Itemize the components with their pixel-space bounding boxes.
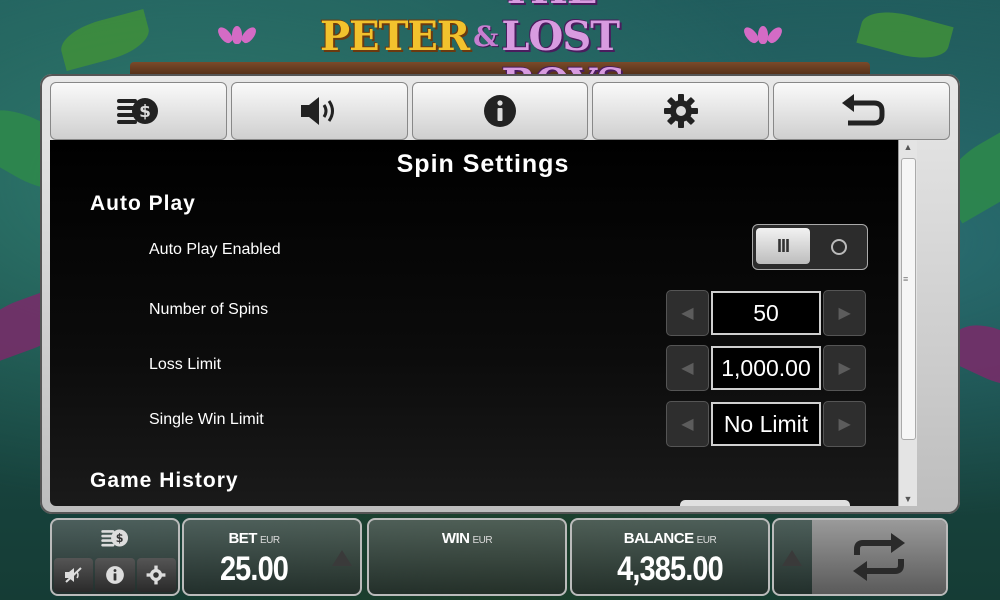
game-history-button-partial[interactable] bbox=[680, 500, 850, 506]
bet-increase-button[interactable] bbox=[324, 523, 360, 593]
bet-label: BET EUR bbox=[228, 530, 280, 547]
win-label: WIN EUR bbox=[441, 530, 493, 547]
autoplay-increase-button[interactable] bbox=[774, 523, 810, 593]
tab-info[interactable] bbox=[411, 82, 589, 140]
svg-text:$: $ bbox=[116, 532, 124, 545]
lotus-flower-icon bbox=[215, 24, 259, 46]
loss-limit-value: 1,000.00 bbox=[710, 346, 822, 390]
logo-text-amp: & bbox=[473, 19, 498, 53]
section-heading-game-history: Game History bbox=[90, 469, 239, 492]
logo-text-peter: PETER bbox=[320, 12, 470, 60]
svg-text:$: $ bbox=[139, 102, 151, 122]
lotus-flower-icon bbox=[741, 24, 785, 46]
scroll-grip-icon: ≡ bbox=[903, 274, 909, 284]
tab-paytable[interactable]: $ bbox=[50, 82, 227, 140]
return-arrow-icon bbox=[841, 94, 885, 126]
spin-controls bbox=[772, 518, 948, 596]
menu-button-group: $ bbox=[50, 518, 180, 596]
balance-meter: BALANCE EUR 4,385.00 bbox=[570, 518, 770, 596]
section-heading-auto-play: Auto Play bbox=[90, 192, 196, 215]
loss-limit-stepper: ◀ 1,000.00 ▶ bbox=[666, 345, 866, 391]
auto-play-enabled-label: Auto Play Enabled bbox=[149, 241, 281, 258]
win-limit-increase-button[interactable]: ▶ bbox=[823, 401, 866, 447]
jungle-leaf bbox=[856, 4, 954, 66]
spin-arrows-icon bbox=[853, 533, 905, 581]
toggle-on-knob: III bbox=[756, 228, 810, 264]
scroll-up-arrow-icon[interactable]: ▲ bbox=[899, 140, 917, 154]
info-icon bbox=[106, 566, 124, 584]
game-logo: PETER & THE LOST BOYS bbox=[320, 0, 680, 107]
bet-meter: BET EUR 25.00 bbox=[182, 518, 362, 596]
coins-stack-icon: $ bbox=[117, 98, 159, 124]
number-of-spins-stepper: ◀ 50 ▶ bbox=[666, 290, 866, 336]
tab-back[interactable] bbox=[773, 82, 950, 140]
gear-icon bbox=[146, 565, 166, 585]
loss-limit-decrease-button[interactable]: ◀ bbox=[666, 345, 709, 391]
win-limit-decrease-button[interactable]: ◀ bbox=[666, 401, 709, 447]
single-win-limit-stepper: ◀ No Limit ▶ bbox=[666, 401, 866, 447]
settings-button[interactable] bbox=[136, 558, 176, 592]
triangle-up-icon bbox=[782, 550, 802, 566]
settings-tabs: $ bbox=[50, 82, 950, 140]
gear-icon bbox=[663, 94, 698, 128]
speaker-muted-icon bbox=[64, 567, 82, 583]
spins-value: 50 bbox=[710, 291, 822, 335]
speaker-icon bbox=[301, 97, 335, 125]
scroll-down-arrow-icon[interactable]: ▼ bbox=[899, 492, 917, 506]
triangle-up-icon bbox=[332, 550, 352, 566]
loss-limit-increase-button[interactable]: ▶ bbox=[823, 345, 866, 391]
spins-increase-button[interactable]: ▶ bbox=[823, 290, 866, 336]
balance-label: BALANCE EUR bbox=[623, 530, 717, 547]
loss-limit-label: Loss Limit bbox=[149, 356, 222, 373]
mute-button[interactable] bbox=[54, 558, 94, 592]
win-meter: WIN EUR bbox=[367, 518, 567, 596]
single-win-limit-label: Single Win Limit bbox=[149, 411, 264, 428]
toggle-off-indicator bbox=[831, 239, 847, 255]
bottom-bar: $ BET EUR 25.00 WIN EUR BALANCE EUR 4,38… bbox=[0, 515, 1000, 600]
auto-play-toggle[interactable]: III bbox=[752, 224, 868, 270]
scroll-thumb[interactable] bbox=[901, 158, 916, 440]
spin-button[interactable] bbox=[812, 520, 946, 594]
coins-stack-icon: $ bbox=[101, 529, 129, 547]
balance-value: 4,385.00 bbox=[617, 550, 724, 588]
info-button[interactable] bbox=[95, 558, 135, 592]
settings-content: Spin Settings Auto Play Auto Play Enable… bbox=[50, 140, 916, 506]
settings-scrollbar[interactable]: ▲ ≡ ▼ bbox=[898, 140, 917, 506]
paytable-button[interactable]: $ bbox=[52, 520, 178, 556]
bet-value: 25.00 bbox=[219, 550, 289, 588]
tab-sound[interactable] bbox=[230, 82, 408, 140]
spins-decrease-button[interactable]: ◀ bbox=[666, 290, 709, 336]
page-title: Spin Settings bbox=[396, 150, 570, 178]
info-icon bbox=[483, 95, 516, 127]
win-limit-value: No Limit bbox=[710, 402, 822, 446]
settings-panel: $ Spin Settings Auto Play Auto Play Enab… bbox=[40, 74, 960, 514]
tab-settings[interactable] bbox=[592, 82, 770, 140]
number-of-spins-label: Number of Spins bbox=[149, 301, 269, 318]
